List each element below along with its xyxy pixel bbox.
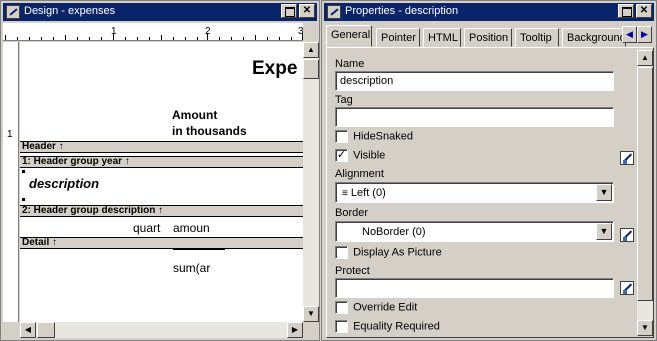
properties-vertical-scrollbar[interactable]: ▲ ▼	[637, 50, 653, 336]
sum-field[interactable]: sum(ar	[173, 261, 210, 275]
scroll-thumb[interactable]	[637, 67, 653, 301]
protect-field[interactable]	[335, 278, 614, 298]
tab-scroll-arrows: ◀ ▶	[622, 26, 652, 44]
amount-header-line1[interactable]: Amount	[172, 108, 217, 122]
tab-scroll-right-button[interactable]: ▶	[637, 26, 652, 43]
description-field[interactable]: description	[29, 176, 99, 191]
tab-tooltip[interactable]: Tooltip	[515, 28, 559, 47]
properties-window: Properties - description ✕ General Point…	[321, 0, 657, 341]
design-window: Design - expenses ✕ 1 2 3 1	[0, 0, 320, 341]
property-tabs: General Pointer HTML Position Tooltip Ba…	[326, 25, 636, 47]
name-field[interactable]: description	[335, 71, 614, 91]
protect-expression-button[interactable]	[620, 281, 634, 295]
header-band[interactable]: Header ↑	[20, 141, 303, 153]
border-value: NoBorder (0)	[362, 226, 426, 238]
selection-handle-top[interactable]	[22, 170, 25, 173]
amount-header-line2[interactable]: in thousands	[172, 124, 247, 138]
display-as-picture-label: Display As Picture	[353, 246, 442, 259]
design-canvas[interactable]: Expe Amount in thousands Header ↑ 1: Hea…	[20, 42, 303, 322]
scroll-down-button[interactable]: ▼	[303, 306, 319, 322]
alignment-dropdown[interactable]: ≡ Left (0) ▼	[335, 182, 614, 203]
detail-band[interactable]: Detail ↑	[20, 237, 303, 249]
design-title: Design - expenses	[24, 5, 116, 17]
chevron-down-icon[interactable]: ▼	[596, 223, 612, 240]
amount-field[interactable]: amoun	[173, 221, 210, 235]
ruler-mark-2: 2	[205, 26, 211, 37]
override-edit-checkbox-box[interactable]	[335, 301, 348, 314]
general-property-panel: Name description Tag HideSnaked ✓ Visibl…	[326, 47, 654, 338]
hidesnaked-checkbox[interactable]: HideSnaked	[335, 130, 413, 143]
scroll-thumb[interactable]	[303, 59, 319, 79]
display-as-picture-checkbox[interactable]: Display As Picture	[335, 246, 442, 259]
hidesnaked-label: HideSnaked	[353, 130, 413, 143]
ruler-mark-3: 3	[298, 26, 303, 37]
tag-label: Tag	[335, 94, 353, 106]
quart-field[interactable]: quart	[133, 221, 160, 235]
selection-handle-bottom[interactable]	[22, 198, 25, 201]
hscroll-thumb[interactable]	[37, 322, 55, 338]
equality-required-checkbox-box[interactable]	[335, 320, 348, 333]
window-icon	[6, 5, 20, 19]
visible-label: Visible	[353, 149, 386, 162]
border-expression-button[interactable]	[620, 228, 634, 242]
hidesnaked-checkbox-box[interactable]	[335, 130, 348, 143]
equality-required-label: Equality Required	[353, 320, 440, 333]
scroll-left-button[interactable]: ◀	[20, 322, 36, 338]
visible-checkbox[interactable]: ✓ Visible	[335, 149, 385, 162]
close-button[interactable]: ✕	[636, 4, 652, 18]
scroll-up-button[interactable]: ▲	[303, 42, 319, 58]
tab-html[interactable]: HTML	[423, 28, 461, 47]
sum-line	[173, 249, 225, 250]
scroll-down-button[interactable]: ▼	[637, 320, 653, 336]
alignment-value: ≡ Left (0)	[342, 187, 386, 199]
tab-position[interactable]: Position	[464, 28, 512, 47]
border-dropdown[interactable]: NoBorder (0) ▼	[335, 221, 614, 242]
design-title-bar[interactable]: Design - expenses ✕	[3, 3, 317, 21]
align-left-icon: ≡	[342, 188, 348, 199]
maximize-button[interactable]	[281, 4, 297, 18]
ruler-mark-1: 1	[111, 26, 117, 37]
group1-band[interactable]: 1: Header group year ↑	[20, 156, 303, 168]
vruler-mark-1: 1	[7, 129, 13, 140]
maximize-button[interactable]	[618, 4, 634, 18]
visible-expression-button[interactable]	[620, 151, 634, 165]
chevron-down-icon[interactable]: ▼	[596, 184, 612, 201]
equality-required-checkbox[interactable]: Equality Required	[335, 320, 440, 333]
tab-general[interactable]: General	[326, 25, 372, 47]
protect-label: Protect	[335, 265, 370, 277]
scroll-up-button[interactable]: ▲	[637, 50, 653, 66]
override-edit-checkbox[interactable]: Override Edit	[335, 301, 417, 314]
vertical-ruler: 1	[3, 42, 19, 322]
design-horizontal-scrollbar[interactable]: ◀ ▶	[20, 322, 303, 338]
name-label: Name	[335, 58, 365, 70]
display-as-picture-checkbox-box[interactable]	[335, 246, 348, 259]
tab-background[interactable]: Background	[562, 28, 626, 47]
tab-pointer[interactable]: Pointer	[376, 28, 420, 47]
window-icon	[327, 5, 341, 19]
close-button[interactable]: ✕	[299, 4, 315, 18]
border-label: Border	[335, 207, 369, 219]
tab-scroll-left-button[interactable]: ◀	[622, 26, 637, 43]
horizontal-ruler: 1 2 3	[3, 23, 303, 41]
scroll-right-button[interactable]: ▶	[287, 322, 303, 338]
properties-title: Properties - description	[345, 5, 459, 17]
override-edit-label: Override Edit	[353, 301, 418, 314]
tag-field[interactable]	[335, 107, 614, 127]
design-vertical-scrollbar[interactable]: ▲ ▼	[303, 42, 319, 322]
report-title-text[interactable]: Expe	[252, 58, 297, 80]
alignment-label: Alignment	[335, 168, 384, 180]
properties-title-bar[interactable]: Properties - description ✕	[324, 3, 654, 21]
group2-band[interactable]: 2: Header group description ↑	[20, 205, 303, 217]
visible-checkbox-box[interactable]: ✓	[335, 149, 348, 162]
